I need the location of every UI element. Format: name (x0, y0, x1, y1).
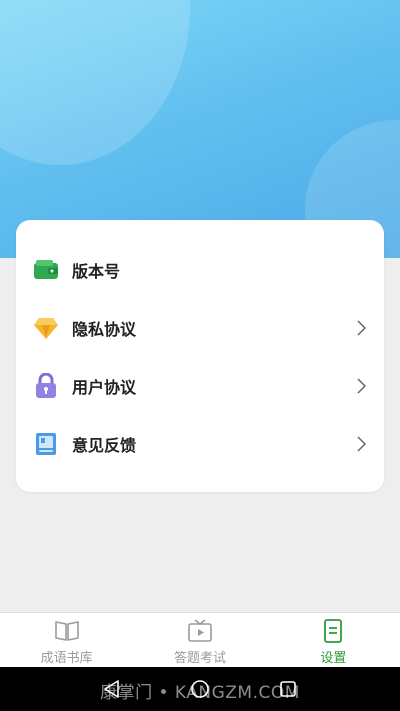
system-nav-bar (0, 667, 400, 711)
tab-settings[interactable]: 设置 (267, 613, 400, 668)
tab-quiz-exam[interactable]: 答题考试 (133, 613, 266, 668)
settings-item-privacy[interactable]: 隐私协议 (16, 299, 384, 357)
tab-label: 答题考试 (173, 651, 226, 666)
diamond-icon (33, 315, 59, 341)
decorative-circle (0, 0, 190, 165)
open-book-icon (54, 619, 80, 643)
bottom-tab-bar: 成语书库 答题考试 设置 (0, 612, 400, 668)
recents-icon[interactable] (278, 679, 298, 699)
chevron-right-icon (356, 436, 366, 452)
settings-card: 版本号 隐私协议 用户协议 意见反馈 (16, 220, 384, 492)
book-icon (33, 431, 59, 457)
tab-label: 设置 (320, 651, 347, 666)
chevron-right-icon (356, 320, 366, 336)
settings-item-user-agreement[interactable]: 用户协议 (16, 357, 384, 415)
lock-icon (33, 373, 59, 399)
document-icon (320, 619, 346, 643)
settings-item-label: 隐私协议 (72, 320, 137, 339)
tab-label: 成语书库 (40, 651, 93, 666)
settings-item-feedback[interactable]: 意见反馈 (16, 415, 384, 473)
settings-item-label: 用户协议 (72, 378, 137, 397)
chevron-right-icon (356, 378, 366, 394)
home-icon[interactable] (190, 679, 210, 699)
settings-item-label: 意见反馈 (72, 436, 137, 455)
tv-play-icon (187, 619, 213, 643)
back-icon[interactable] (102, 679, 122, 699)
settings-item-label: 版本号 (72, 262, 121, 281)
settings-item-version[interactable]: 版本号 (16, 241, 384, 299)
wallet-icon (33, 257, 59, 283)
tab-idiom-library[interactable]: 成语书库 (0, 613, 133, 668)
